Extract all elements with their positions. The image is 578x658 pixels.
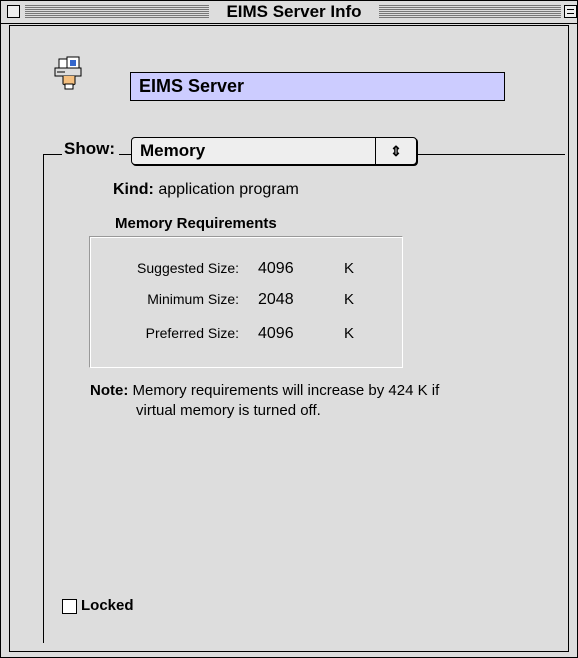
note-label: Note: <box>90 382 129 399</box>
memory-row-value[interactable]: 2048 <box>258 291 294 309</box>
show-label: Show: <box>62 139 119 159</box>
note-line-2: virtual memory is turned off. <box>136 402 321 419</box>
collapse-box-icon[interactable] <box>564 5 577 18</box>
memory-row-unit: K <box>344 325 355 342</box>
locked-checkbox[interactable] <box>62 599 77 614</box>
kind-value: application program <box>158 181 299 198</box>
window-title: EIMS Server Info <box>209 2 379 22</box>
memory-row-label: Minimum Size: <box>147 291 239 307</box>
kind-line: Kind: application program <box>113 181 299 199</box>
memory-row-label: Preferred Size: <box>145 325 239 341</box>
title-bar-stripes-left <box>25 5 209 18</box>
memory-row-unit: K <box>344 260 355 277</box>
info-window: EIMS Server Info EIMS Server Show: Memor… <box>0 0 578 658</box>
up-down-arrows-icon: ⇕ <box>375 138 416 164</box>
show-popup-value: Memory <box>140 141 206 160</box>
memory-row-unit: K <box>344 291 355 308</box>
kind-label: Kind: <box>113 181 154 198</box>
close-box-icon[interactable] <box>7 5 20 18</box>
application-icon <box>53 56 89 90</box>
title-bar-stripes-right <box>379 5 561 18</box>
memory-requirements-title: Memory Requirements <box>109 215 283 232</box>
show-popup-menu[interactable]: Memory ⇕ <box>131 137 417 165</box>
title-bar[interactable]: EIMS Server Info <box>1 1 577 24</box>
memory-note: Note: Memory requirements will increase … <box>90 381 540 421</box>
locked-label[interactable]: Locked <box>81 597 134 614</box>
memory-row-value[interactable]: 4096 <box>258 325 294 343</box>
note-line-1: Memory requirements will increase by 424… <box>132 382 440 399</box>
name-field[interactable]: EIMS Server <box>130 72 505 101</box>
memory-row-value[interactable]: 4096 <box>258 260 294 278</box>
memory-row-label: Suggested Size: <box>137 260 239 276</box>
